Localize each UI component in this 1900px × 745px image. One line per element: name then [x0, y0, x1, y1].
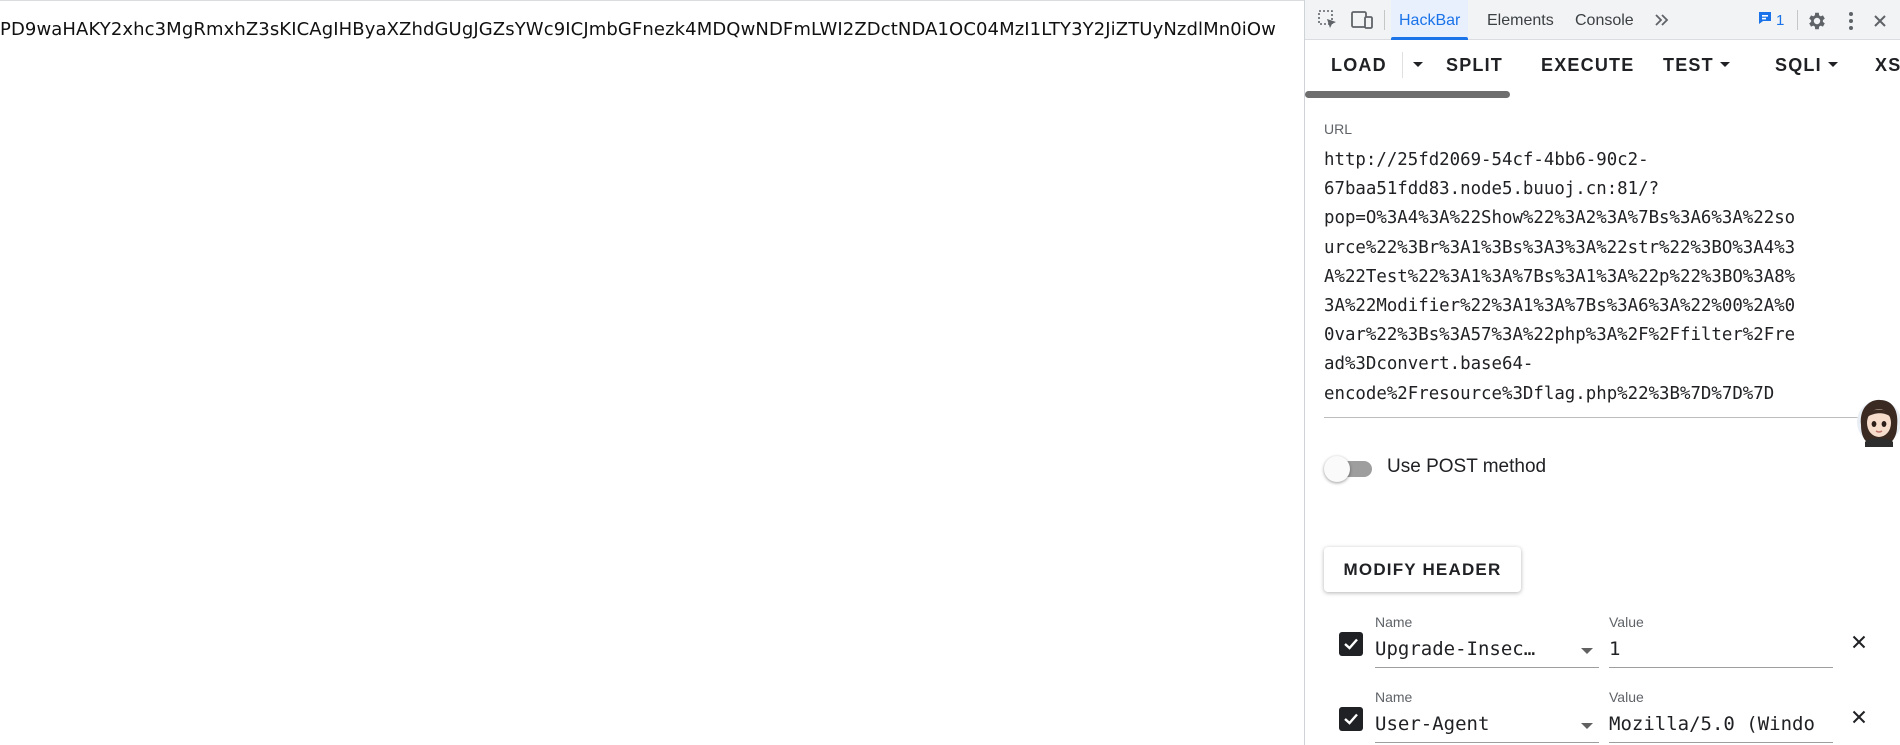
header-value-label: Value [1609, 614, 1644, 630]
sqli-menu-button[interactable]: SQLI [1775, 40, 1838, 90]
header-value-input[interactable]: 1 [1609, 638, 1831, 660]
issues-icon [1757, 10, 1773, 30]
tab-console[interactable]: Console [1567, 0, 1642, 40]
inspect-element-icon[interactable] [1315, 8, 1341, 32]
header-name-label: Name [1375, 614, 1413, 630]
tab-hackbar[interactable]: HackBar [1391, 0, 1469, 40]
checkmark-icon [1344, 713, 1358, 725]
remove-header-icon[interactable] [1849, 632, 1869, 652]
header-enabled-checkbox[interactable] [1339, 707, 1363, 731]
header-row: Name User-Agent Value Mozilla/5.0 (Windo [1305, 689, 1900, 745]
remove-header-icon[interactable] [1849, 707, 1869, 727]
device-toolbar-icon[interactable] [1349, 8, 1375, 32]
header-value-label: Value [1609, 689, 1644, 705]
sqli-menu-label: SQLI [1775, 55, 1822, 75]
devtools-tabbar: HackBar Elements Console 1 [1305, 0, 1900, 40]
load-dropdown-button[interactable] [1407, 40, 1427, 90]
devtools-panel: HackBar Elements Console 1 LOAD SPLIT EX… [1304, 0, 1900, 745]
xss-menu-button[interactable]: XS [1875, 40, 1900, 90]
test-menu-label: TEST [1663, 55, 1714, 75]
load-split-divider [1402, 52, 1403, 78]
header-enabled-checkbox[interactable] [1339, 632, 1363, 656]
header-value-input[interactable]: Mozilla/5.0 (Windo [1609, 713, 1831, 735]
url-textarea[interactable]: http://25fd2069-54cf-4bb6-90c2- 67baa51f… [1324, 146, 1884, 409]
tabbar-separator [1384, 10, 1385, 30]
close-icon[interactable] [1868, 9, 1892, 33]
post-method-toggle[interactable] [1324, 456, 1374, 482]
caret-down-icon [1827, 61, 1838, 67]
header-name-select[interactable]: Upgrade-Insec… [1375, 638, 1555, 660]
header-name-label: Name [1375, 689, 1413, 705]
toolbar-horizontal-scrollbar[interactable] [1305, 91, 1510, 98]
issues-counter[interactable]: 1 [1757, 10, 1784, 30]
header-name-select[interactable]: User-Agent [1375, 713, 1555, 735]
assistant-avatar-icon[interactable] [1853, 395, 1900, 447]
toggle-knob [1324, 456, 1350, 482]
page-viewport: PD9waHAKY2xhc3MgRmxhZ3sKICAgIHByaXZhdGUg… [0, 0, 1304, 745]
url-label: URL [1324, 121, 1353, 137]
header-value-underline [1609, 667, 1833, 668]
split-button[interactable]: SPLIT [1446, 40, 1503, 90]
chevron-down-icon [1581, 648, 1593, 654]
checkmark-icon [1344, 638, 1358, 650]
hackbar-toolbar: LOAD SPLIT EXECUTE TEST SQLI XS [1305, 40, 1900, 90]
header-row: Name Upgrade-Insec… Value 1 [1305, 614, 1900, 674]
caret-down-icon [1413, 61, 1423, 67]
url-underline [1324, 417, 1874, 418]
tabbar-separator-2 [1797, 10, 1798, 30]
execute-button[interactable]: EXECUTE [1541, 40, 1634, 90]
test-menu-button[interactable]: TEST [1663, 40, 1730, 90]
tab-elements[interactable]: Elements [1479, 0, 1562, 40]
settings-gear-icon[interactable] [1805, 9, 1829, 33]
issues-count: 1 [1776, 11, 1785, 29]
header-name-underline [1375, 742, 1599, 743]
post-method-label: Use POST method [1387, 456, 1547, 477]
caret-down-icon [1719, 61, 1730, 67]
load-button[interactable]: LOAD [1331, 40, 1387, 90]
modify-header-button[interactable]: MODIFY HEADER [1324, 547, 1521, 592]
more-vertical-icon[interactable] [1839, 9, 1863, 33]
chevron-down-icon [1581, 723, 1593, 729]
page-output-text: PD9waHAKY2xhc3MgRmxhZ3sKICAgIHByaXZhdGUg… [0, 19, 1276, 40]
header-value-underline [1609, 742, 1833, 743]
double-chevron-right-icon[interactable] [1649, 8, 1675, 32]
header-name-underline [1375, 667, 1599, 668]
